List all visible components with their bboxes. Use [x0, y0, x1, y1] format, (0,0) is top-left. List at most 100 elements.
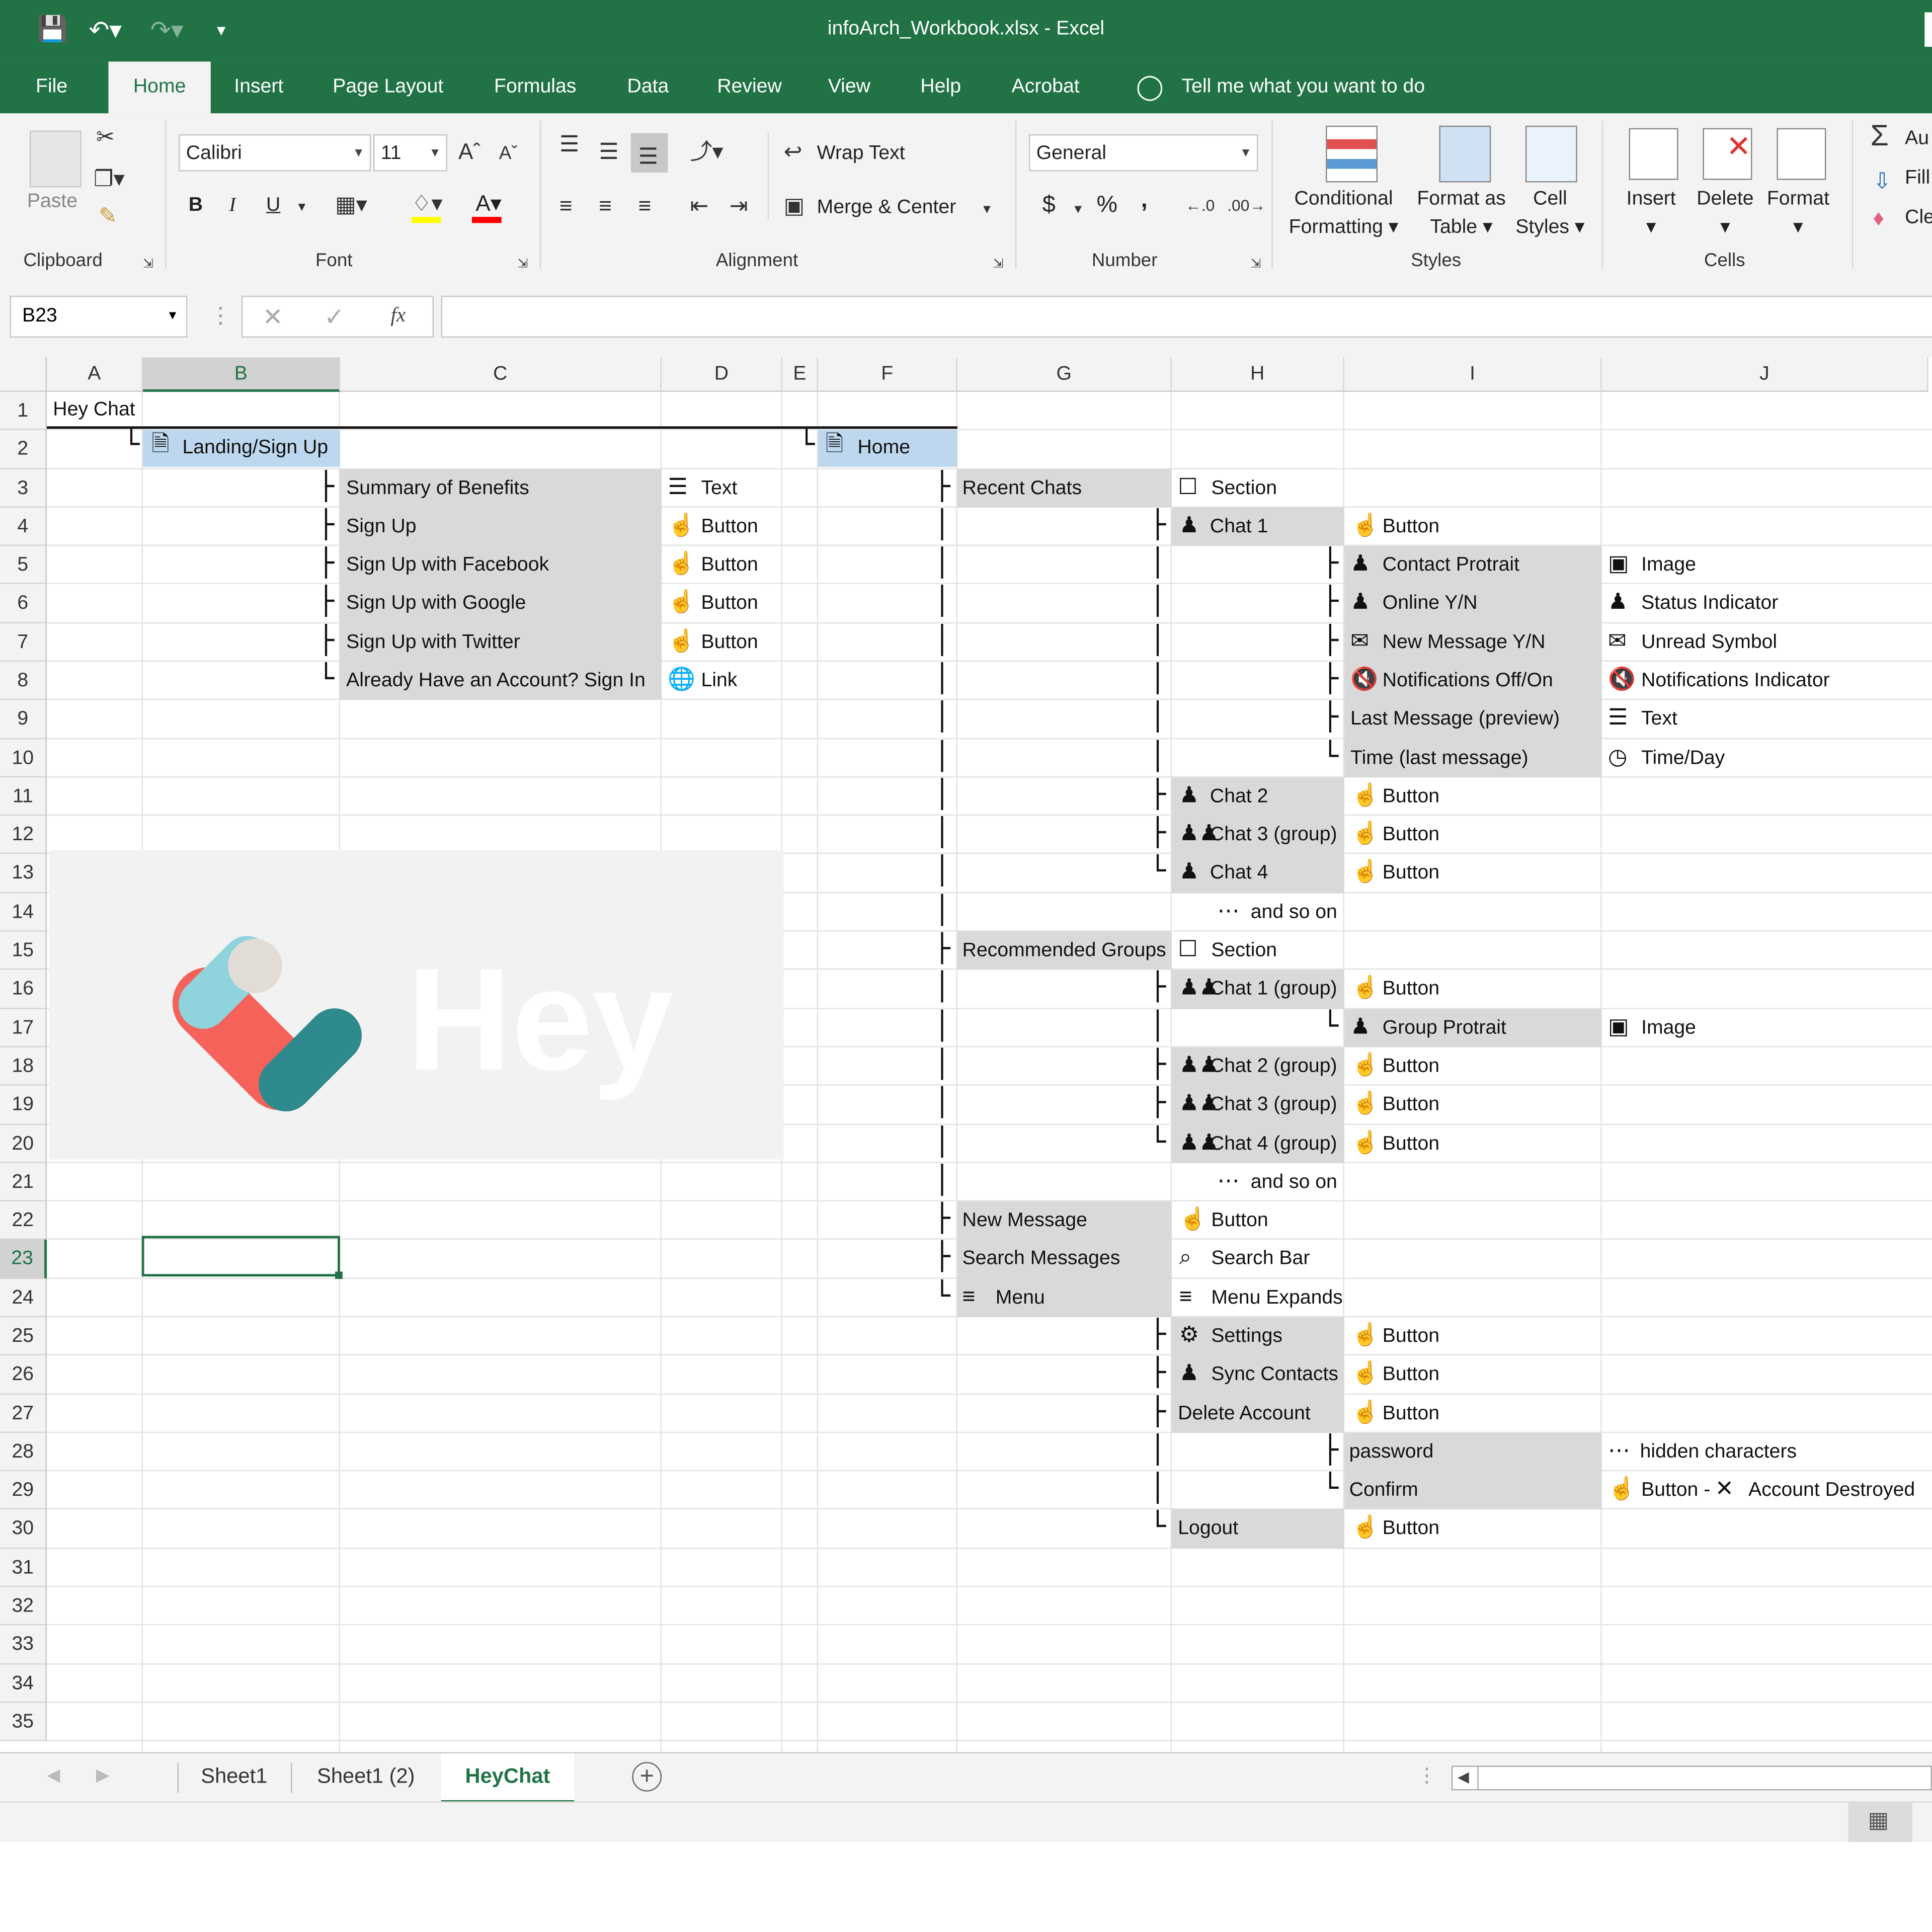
row-header-15[interactable]: 15	[0, 931, 47, 971]
chat-2-node[interactable]: Chat 2	[1210, 785, 1268, 810]
column-header-i[interactable]: I	[1344, 357, 1602, 392]
row-header-33[interactable]: 33	[0, 1625, 47, 1664]
enter-icon[interactable]: ✓	[324, 302, 345, 333]
tab-view[interactable]: View	[828, 61, 870, 113]
chat-1-child-3[interactable]: New Message Y/N	[1383, 630, 1546, 655]
chat-4-node[interactable]: Chat 4	[1210, 862, 1268, 887]
delete-button[interactable]: Delete ▾	[1697, 185, 1753, 242]
insert-button[interactable]: Insert ▾	[1627, 185, 1676, 242]
password-node[interactable]: password	[1349, 1440, 1434, 1465]
format-as-table-icon[interactable]	[1439, 125, 1491, 183]
column-header-j[interactable]: J	[1601, 357, 1928, 392]
row-header-4[interactable]: 4	[0, 507, 47, 546]
landing-item-6[interactable]: Already Have an Account? Sign In	[346, 669, 646, 694]
column-header-f[interactable]: F	[818, 357, 957, 392]
tab-home[interactable]: Home	[108, 61, 211, 114]
row-header-22[interactable]: 22	[0, 1201, 47, 1240]
sync-contacts-node[interactable]: Sync Contacts	[1211, 1363, 1338, 1388]
active-cell-b23[interactable]	[141, 1236, 340, 1277]
chat-1-child-6[interactable]: Time (last message)	[1350, 746, 1528, 771]
tab-page-layout[interactable]: Page Layout	[333, 61, 443, 113]
insert-function-button[interactable]: fx	[390, 303, 406, 328]
format-as-table-button[interactable]: Format as Table ▾	[1417, 185, 1505, 242]
fill-button[interactable]: Fill	[1905, 168, 1930, 190]
merge-center-button[interactable]: Merge & Center	[817, 197, 956, 219]
scroll-left-arrow-icon[interactable]: ◀	[1458, 1768, 1469, 1785]
hey-chat-logo-image[interactable]: Hey	[49, 850, 784, 1160]
row-header-9[interactable]: 9	[0, 700, 47, 739]
landing-item-4[interactable]: Sign Up with Google	[346, 592, 526, 617]
formula-input[interactable]	[441, 295, 1932, 338]
formula-bar-grip-icon[interactable]: ⋮	[209, 303, 231, 329]
conditional-formatting-icon[interactable]	[1326, 125, 1378, 183]
chat-1-child-1[interactable]: Contact Protrait	[1383, 553, 1519, 578]
tab-insert[interactable]: Insert	[234, 61, 283, 113]
row-header-17[interactable]: 17	[0, 1008, 47, 1048]
tab-help[interactable]: Help	[920, 61, 961, 113]
row-header-28[interactable]: 28	[0, 1432, 47, 1472]
select-all-corner[interactable]	[0, 357, 47, 392]
italic-button[interactable]: I	[229, 195, 236, 217]
cell-styles-button[interactable]: Cell Styles ▾	[1515, 185, 1584, 242]
autosum-icon[interactable]: Σ	[1871, 121, 1889, 151]
merge-center-icon[interactable]: ▣	[784, 192, 805, 219]
increase-decimal-icon[interactable]: ←.0	[1185, 192, 1215, 219]
wrap-text-button[interactable]: Wrap Text	[817, 143, 905, 165]
recommended-groups-node[interactable]: Recommended Groups	[962, 939, 1166, 963]
eraser-icon[interactable]: ♦	[1873, 205, 1884, 232]
decrease-indent-icon[interactable]: ⇤	[690, 192, 708, 219]
decrease-decimal-icon[interactable]: .00→	[1227, 192, 1265, 219]
normal-view-button[interactable]: ▦	[1848, 1802, 1912, 1842]
row-header-14[interactable]: 14	[0, 893, 47, 932]
borders-icon[interactable]: ▦▾	[335, 191, 367, 218]
chevron-down-icon[interactable]: ▼	[296, 195, 308, 222]
row-header-18[interactable]: 18	[0, 1047, 47, 1086]
name-box[interactable]: B23 ▼	[10, 295, 188, 338]
currency-button[interactable]: $	[1042, 192, 1056, 219]
settings-node[interactable]: Settings	[1211, 1325, 1282, 1349]
row-header-19[interactable]: 19	[0, 1086, 47, 1124]
chat-1-child-5[interactable]: Last Message (preview)	[1350, 707, 1560, 732]
align-center-icon[interactable]: ≡	[599, 192, 612, 219]
paste-button[interactable]: Paste	[27, 187, 77, 215]
sheet-tab-sheet1-2[interactable]: Sheet1 (2)	[293, 1753, 439, 1800]
orientation-icon[interactable]: ⤴▾	[690, 138, 723, 165]
autosum-button[interactable]: Au	[1905, 128, 1929, 150]
scroll-right-icon[interactable]: ▶	[96, 1764, 109, 1786]
column-header-d[interactable]: D	[662, 357, 783, 392]
scroll-left-icon[interactable]: ◀	[47, 1764, 60, 1786]
row-header-24[interactable]: 24	[0, 1278, 47, 1317]
cell-a1-title[interactable]: Hey Chat	[53, 398, 135, 423]
number-format-select[interactable]: General ▼	[1028, 134, 1258, 172]
tell-me-search[interactable]: Tell me what you want to do	[1182, 61, 1425, 113]
column-header-g[interactable]: G	[957, 357, 1172, 392]
row-header-25[interactable]: 25	[0, 1317, 47, 1356]
clipboard-launcher-icon[interactable]: ⇲	[143, 252, 153, 279]
delete-cells-icon[interactable]: ✕	[1703, 128, 1752, 180]
group-chat-1-node[interactable]: Chat 1 (group)	[1210, 978, 1337, 1002]
copy-icon[interactable]: ❐▾	[94, 165, 125, 192]
format-painter-icon[interactable]: ✎	[99, 202, 117, 229]
group-chat-4-node[interactable]: Chat 4 (group)	[1210, 1132, 1337, 1156]
align-top-icon[interactable]: ☰	[559, 131, 580, 158]
row-header-16[interactable]: 16	[0, 970, 47, 1009]
font-color-icon[interactable]: A▾	[475, 190, 502, 217]
tab-file[interactable]: File	[36, 61, 67, 113]
fill-down-icon[interactable]: ⇩	[1873, 168, 1891, 195]
recent-chats-node[interactable]: Recent Chats	[962, 476, 1082, 501]
landing-signup-node[interactable]: Landing/Sign Up	[182, 436, 328, 461]
bold-button[interactable]: B	[189, 195, 203, 217]
font-size-select[interactable]: 11 ▼	[373, 134, 447, 172]
chat-3-node[interactable]: Chat 3 (group)	[1210, 823, 1337, 848]
column-header-b[interactable]: B	[143, 357, 340, 392]
tab-review[interactable]: Review	[717, 61, 781, 113]
insert-cells-icon[interactable]	[1629, 128, 1678, 180]
cancel-icon[interactable]: ✕	[263, 302, 283, 333]
menu-node[interactable]: Menu	[996, 1286, 1045, 1311]
alignment-launcher-icon[interactable]: ⇲	[993, 252, 1004, 279]
delete-account-node[interactable]: Delete Account	[1178, 1402, 1311, 1426]
sheet-tab-heychat[interactable]: HeyChat	[441, 1753, 575, 1804]
chevron-down-icon[interactable]: ▼	[167, 297, 179, 336]
row-header-2[interactable]: 2	[0, 430, 47, 469]
search-messages-node[interactable]: Search Messages	[962, 1247, 1120, 1272]
